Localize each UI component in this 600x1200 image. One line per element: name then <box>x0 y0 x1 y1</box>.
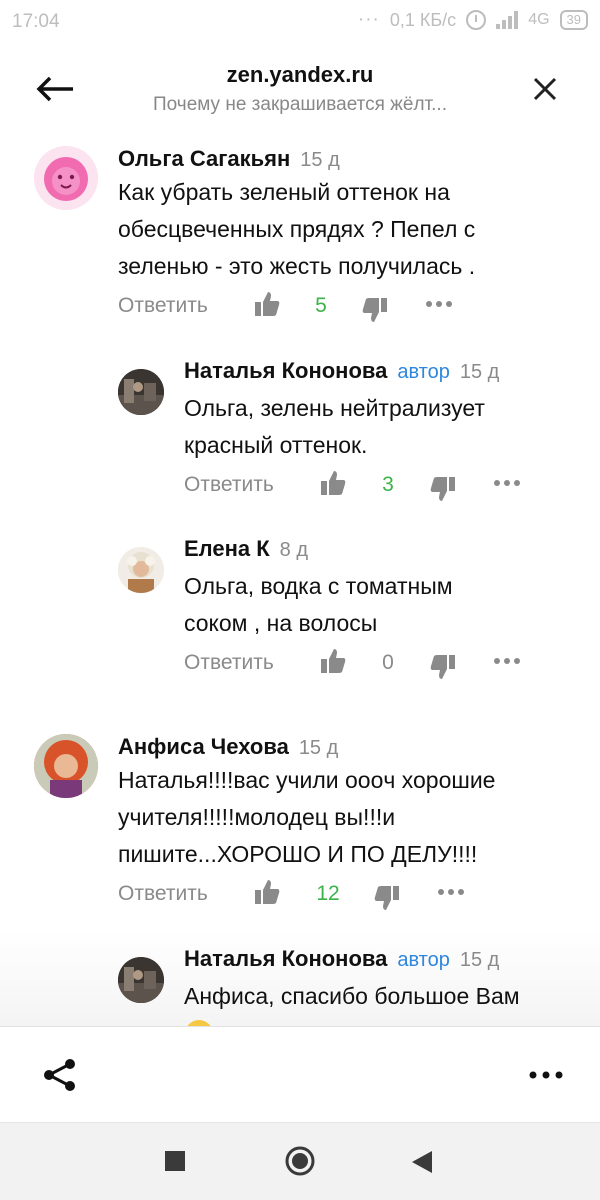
comment-text-line: зеленью - это жесть получилась . <box>118 253 476 279</box>
reply-button[interactable]: Ответить <box>118 294 208 318</box>
thumbs-up-icon[interactable] <box>320 469 346 497</box>
comment-actions: Ответить 12 <box>118 880 478 912</box>
page-title: zen.yandex.ru <box>226 62 374 87</box>
comment-text-line: красный оттенок. <box>184 432 368 458</box>
comment-actions: Ответить 0 <box>184 649 544 681</box>
comment-header: Анфиса Чехова 15 д <box>118 734 338 760</box>
avatar[interactable] <box>34 146 98 210</box>
comment: Анфиса Чехова 15 д Наталья!!!!вас учили o… <box>0 728 600 918</box>
comment-text: Как убрать зеленый оттенок на обесцвечен… <box>118 174 578 285</box>
person-photo-avatar <box>118 547 164 593</box>
comment-text-line: Анфиса, спасибо большое Вам <box>184 983 520 1009</box>
comment-reply: Наталья Кононова автор 15 д Анфиса, спасиб… <box>0 943 600 1026</box>
comment-author-name[interactable]: Ольга Сагакьян <box>118 146 290 171</box>
thumbs-down-icon[interactable] <box>362 296 388 324</box>
reply-button[interactable]: Ответить <box>184 651 274 675</box>
comment-text: Анфиса, спасибо большое Вам <box>184 978 584 1026</box>
person-photo-avatar <box>118 369 164 415</box>
like-count: 3 <box>382 473 394 496</box>
comment-text-line: Ольга, зелень нейтрализует <box>184 395 485 421</box>
comment-actions: Ответить 5 <box>118 292 478 324</box>
header-title-block: zen.yandex.ru Почему не закрашивается жё… <box>100 62 500 116</box>
comment: Ольга Сагакьян 15 д Как убрать зеленый от… <box>0 140 600 330</box>
comment-text-line: Ольга, водка с томатным <box>184 573 453 599</box>
recent-apps-button[interactable] <box>165 1151 185 1171</box>
author-badge: автор <box>397 949 450 971</box>
avatar[interactable] <box>118 547 164 593</box>
share-icon[interactable] <box>42 1057 78 1093</box>
comment-header: Ольга Сагакьян 15 д <box>118 146 340 172</box>
avatar[interactable] <box>34 734 98 798</box>
signal-icon <box>496 11 519 29</box>
more-dots-icon[interactable] <box>436 882 466 902</box>
system-nav-bar <box>0 1122 600 1200</box>
network-type: 4G <box>528 11 550 28</box>
like-count: 5 <box>315 294 327 317</box>
more-dots-icon[interactable] <box>528 1067 564 1083</box>
thumbs-up-icon[interactable] <box>254 290 280 318</box>
thumbs-down-icon[interactable] <box>374 884 400 912</box>
status-time: 17:04 <box>12 11 60 32</box>
more-dots-icon[interactable] <box>492 473 522 493</box>
thumbs-down-icon[interactable] <box>430 475 456 503</box>
comment-header: Наталья Кононова автор 15 д <box>184 946 499 972</box>
comment-text: Наталья!!!!вас учили oooч хорошие учител… <box>118 762 588 873</box>
comment-text-line: пишите...ХОРОШО И ПО ДЕЛУ!!!! <box>118 841 478 867</box>
avatar[interactable] <box>118 957 164 1003</box>
comment-author-name[interactable]: Елена К <box>184 536 270 561</box>
like-count: 12 <box>316 882 340 905</box>
home-button[interactable] <box>284 1145 316 1177</box>
comment-reply: Наталья Кононова автор 15 д Ольга, зелень … <box>0 355 600 505</box>
comment-actions: Ответить 3 <box>184 471 544 503</box>
battery-icon: 39 <box>559 10 588 30</box>
person-photo-avatar <box>118 957 164 1003</box>
comment-text-line: Как убрать зеленый оттенок на <box>118 179 450 205</box>
emoji-line <box>184 1015 584 1026</box>
alarm-icon <box>466 10 487 30</box>
author-badge: автор <box>397 361 450 383</box>
comment-text-line: соком , на волосы <box>184 610 378 636</box>
comment-date: 15 д <box>298 737 339 759</box>
comment-date: 15 д <box>300 149 340 171</box>
close-button[interactable] <box>530 74 560 104</box>
comment-header: Наталья Кононова автор 15 д <box>184 358 499 384</box>
arrow-left-icon <box>36 76 73 102</box>
status-bar: 17:04 ··· 0,1 КБ/с 4G 39 <box>0 0 600 44</box>
page-subtitle: Почему не закрашивается жёлт... <box>153 94 447 115</box>
more-dots-icon[interactable] <box>492 651 522 671</box>
more-notifications-icon: ··· <box>357 9 380 30</box>
comment-reply: Елена К 8 д Ольга, водка с томатным соком… <box>0 533 600 683</box>
reply-button[interactable]: Ответить <box>184 473 274 497</box>
bottom-toolbar <box>0 1026 600 1122</box>
comment-header: Елена К 8 д <box>184 536 308 562</box>
thumbs-down-icon[interactable] <box>430 653 456 681</box>
reply-button[interactable]: Ответить <box>118 882 208 906</box>
more-dots-icon[interactable] <box>424 294 454 314</box>
thumbs-up-icon[interactable] <box>254 878 280 906</box>
close-icon <box>533 77 557 101</box>
comment-author-name[interactable]: Наталья Кононова <box>184 358 387 383</box>
avatar[interactable] <box>118 369 164 415</box>
comment-text-line: Наталья!!!!вас учили oooч хорошие <box>118 767 496 793</box>
lion-avatar-icon <box>34 146 98 210</box>
comment-text: Ольга, водка с томатным соком , на волос… <box>184 568 584 642</box>
comment-text-line: учителя!!!!!молодец вы!!!и <box>118 804 396 830</box>
network-speed: 0,1 КБ/с <box>389 9 457 30</box>
back-button[interactable] <box>36 72 76 106</box>
comment-date: 8 д <box>279 539 309 561</box>
comment-text: Ольга, зелень нейтрализует красный оттен… <box>184 390 584 464</box>
comment-author-name[interactable]: Анфиса Чехова <box>118 734 289 759</box>
nav-back-button[interactable] <box>410 1149 434 1175</box>
comment-date: 15 д <box>459 949 500 971</box>
comment-author-name[interactable]: Наталья Кононова <box>184 946 387 971</box>
status-icons: ··· 0,1 КБ/с 4G 39 <box>358 9 588 31</box>
like-count: 0 <box>382 651 394 674</box>
thumbs-up-icon[interactable] <box>320 647 346 675</box>
comment-date: 15 д <box>459 361 500 383</box>
person-photo-avatar <box>34 734 98 798</box>
page-header: zen.yandex.ru Почему не закрашивается жё… <box>0 50 600 130</box>
smile-emoji-icon <box>187 1020 211 1026</box>
comment-text-line: обесцвеченных прядях ? Пепел с <box>118 216 476 242</box>
